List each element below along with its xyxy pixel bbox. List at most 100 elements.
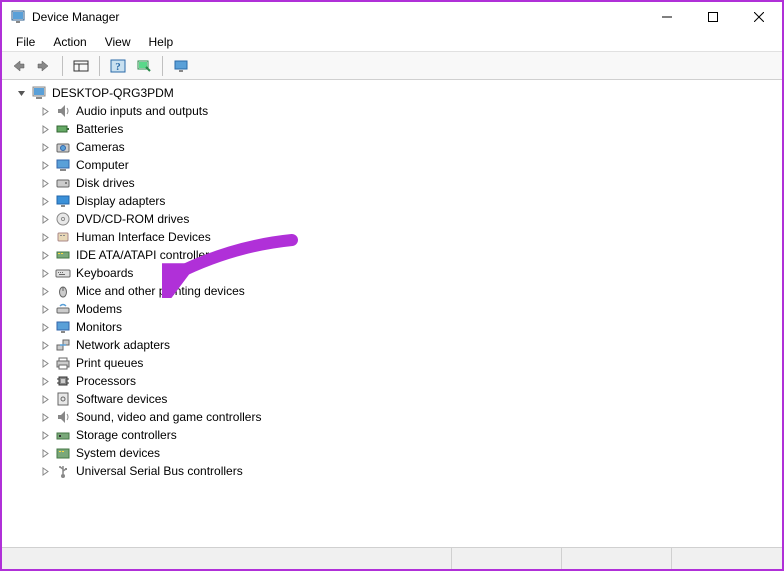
tree-node-computer[interactable]: Computer — [38, 156, 782, 174]
forward-button[interactable] — [32, 54, 56, 78]
tree-node-storage-controllers[interactable]: Storage controllers — [38, 426, 782, 444]
chevron-right-icon[interactable] — [38, 104, 52, 118]
tree-node-label: Audio inputs and outputs — [74, 104, 208, 118]
ide-icon — [55, 247, 71, 263]
maximize-button[interactable] — [690, 2, 736, 32]
software-icon — [55, 391, 71, 407]
disk-icon — [55, 175, 71, 191]
chevron-right-icon[interactable] — [38, 446, 52, 460]
chevron-right-icon[interactable] — [38, 158, 52, 172]
toolbar-separator — [162, 56, 163, 76]
chevron-right-icon[interactable] — [38, 248, 52, 262]
system-icon — [55, 445, 71, 461]
mouse-icon — [55, 283, 71, 299]
window-title: Device Manager — [32, 10, 644, 24]
tree-node-label: Network adapters — [74, 338, 170, 352]
chevron-right-icon[interactable] — [38, 284, 52, 298]
tree-node-sound-video-game-controllers[interactable]: Sound, video and game controllers — [38, 408, 782, 426]
show-hide-console-button[interactable] — [69, 54, 93, 78]
chevron-right-icon[interactable] — [38, 302, 52, 316]
tree-node-software-devices[interactable]: Software devices — [38, 390, 782, 408]
chevron-right-icon[interactable] — [38, 266, 52, 280]
tree-node-ide-ata-atapi-controllers[interactable]: IDE ATA/ATAPI controllers — [38, 246, 782, 264]
device-tree[interactable]: DESKTOP-QRG3PDM Audio inputs and outputs… — [2, 80, 782, 540]
tree-node-human-interface-devices[interactable]: Human Interface Devices — [38, 228, 782, 246]
back-button[interactable] — [6, 54, 30, 78]
menu-file[interactable]: File — [8, 33, 43, 51]
tree-node-label: Mice and other pointing devices — [74, 284, 245, 298]
storage-icon — [55, 427, 71, 443]
statusbar — [2, 547, 782, 569]
monitor-button[interactable] — [169, 54, 193, 78]
dvd-icon — [55, 211, 71, 227]
chevron-right-icon[interactable] — [38, 140, 52, 154]
chevron-right-icon[interactable] — [38, 212, 52, 226]
audio-icon — [55, 103, 71, 119]
chevron-down-icon[interactable] — [14, 86, 28, 100]
chevron-right-icon[interactable] — [38, 194, 52, 208]
svg-text:?: ? — [115, 61, 121, 73]
toolbar-separator — [62, 56, 63, 76]
scan-hardware-button[interactable] — [132, 54, 156, 78]
tree-node-label: Disk drives — [74, 176, 135, 190]
minimize-button[interactable] — [644, 2, 690, 32]
tree-node-display-adapters[interactable]: Display adapters — [38, 192, 782, 210]
chevron-right-icon[interactable] — [38, 320, 52, 334]
status-cell — [452, 548, 562, 569]
chevron-right-icon[interactable] — [38, 338, 52, 352]
tree-node-cameras[interactable]: Cameras — [38, 138, 782, 156]
chevron-right-icon[interactable] — [38, 230, 52, 244]
chevron-right-icon[interactable] — [38, 356, 52, 370]
tree-node-network-adapters[interactable]: Network adapters — [38, 336, 782, 354]
processor-icon — [55, 373, 71, 389]
sound-icon — [55, 409, 71, 425]
keyboard-icon — [55, 265, 71, 281]
display-icon — [55, 193, 71, 209]
chevron-right-icon[interactable] — [38, 176, 52, 190]
battery-icon — [55, 121, 71, 137]
tree-root-node[interactable]: DESKTOP-QRG3PDM — [14, 84, 782, 102]
menu-help[interactable]: Help — [141, 33, 182, 51]
tree-node-keyboards[interactable]: Keyboards — [38, 264, 782, 282]
help-button[interactable]: ? — [106, 54, 130, 78]
tree-node-label: Sound, video and game controllers — [74, 410, 261, 424]
tree-node-label: Processors — [74, 374, 136, 388]
tree-node-system-devices[interactable]: System devices — [38, 444, 782, 462]
chevron-right-icon[interactable] — [38, 464, 52, 478]
tree-node-label: Display adapters — [74, 194, 165, 208]
tree-node-universal-serial-bus-controllers[interactable]: Universal Serial Bus controllers — [38, 462, 782, 480]
chevron-right-icon[interactable] — [38, 374, 52, 388]
status-cell — [562, 548, 672, 569]
chevron-right-icon[interactable] — [38, 428, 52, 442]
tree-node-label: IDE ATA/ATAPI controllers — [74, 248, 215, 262]
monitor-icon — [55, 319, 71, 335]
tree-node-print-queues[interactable]: Print queues — [38, 354, 782, 372]
tree-node-processors[interactable]: Processors — [38, 372, 782, 390]
chevron-right-icon[interactable] — [38, 392, 52, 406]
computer-icon — [55, 157, 71, 173]
computer-icon — [31, 85, 47, 101]
status-cell — [2, 548, 452, 569]
tree-node-audio-inputs-outputs[interactable]: Audio inputs and outputs — [38, 102, 782, 120]
window-controls — [644, 2, 782, 32]
tree-node-label: Batteries — [74, 122, 123, 136]
root-label: DESKTOP-QRG3PDM — [50, 86, 174, 100]
tree-node-label: Modems — [74, 302, 122, 316]
tree-node-mice-pointing-devices[interactable]: Mice and other pointing devices — [38, 282, 782, 300]
menu-view[interactable]: View — [97, 33, 139, 51]
tree-node-batteries[interactable]: Batteries — [38, 120, 782, 138]
tree-node-label: Cameras — [74, 140, 125, 154]
camera-icon — [55, 139, 71, 155]
toolbar-separator — [99, 56, 100, 76]
status-cell — [672, 548, 782, 569]
close-button[interactable] — [736, 2, 782, 32]
chevron-right-icon[interactable] — [38, 122, 52, 136]
chevron-right-icon[interactable] — [38, 410, 52, 424]
tree-node-label: Storage controllers — [74, 428, 177, 442]
tree-node-dvd-cd-rom-drives[interactable]: DVD/CD-ROM drives — [38, 210, 782, 228]
tree-node-monitors[interactable]: Monitors — [38, 318, 782, 336]
menu-action[interactable]: Action — [45, 33, 94, 51]
tree-node-disk-drives[interactable]: Disk drives — [38, 174, 782, 192]
tree-node-modems[interactable]: Modems — [38, 300, 782, 318]
hid-icon — [55, 229, 71, 245]
